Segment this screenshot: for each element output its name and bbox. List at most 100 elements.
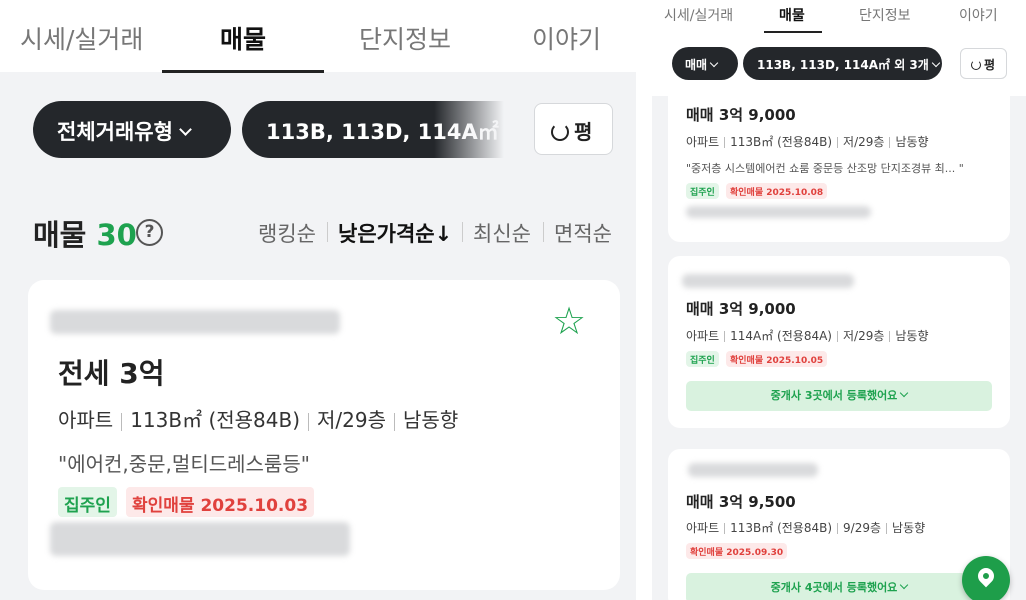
chip-fade-overlay <box>434 101 504 158</box>
pyeong-label: 평 <box>574 120 593 144</box>
property-direction: 남동향 <box>895 329 929 343</box>
pyeong-toggle-button[interactable]: 평 <box>960 48 1007 79</box>
chevron-down-icon <box>900 580 909 590</box>
property-floor: 저/29층 <box>843 135 885 149</box>
tab-complex-info[interactable]: 단지정보 <box>359 20 451 56</box>
area-filter-label: 113B, 113D, 114A㎡ 외 3개 <box>757 58 929 72</box>
tab-complex-info[interactable]: 단지정보 <box>859 5 911 25</box>
listing-description: "에어컨,중문,멀티드레스룸등" <box>58 452 310 476</box>
active-tab-indicator <box>764 31 822 33</box>
listing-specs: 아파트 113B㎡ (전용84B) 9/29층 남동향 <box>686 519 925 536</box>
tab-stories[interactable]: 이야기 <box>959 5 998 25</box>
sort-newest[interactable]: 최신순 <box>473 218 531 248</box>
separator <box>308 412 310 431</box>
confirmed-listing-badge: 확인매물 2025.10.03 <box>126 487 315 517</box>
tab-listings[interactable]: 매물 <box>220 20 266 56</box>
confirmed-listing-badge: 확인매물 2025.10.08 <box>726 183 828 199</box>
map-pin-icon <box>974 564 998 588</box>
right-screen: ☆ 매매 3억 9,000 아파트113B㎡ (전용84B)저/29층남동향 "… <box>652 0 1026 600</box>
listing-price: 매매 3억 9,000 <box>686 300 796 318</box>
listing-card[interactable]: 매매 3억 9,000 아파트 114A㎡ (전용84A) 저/29층 남동향 집주인… <box>668 256 1010 428</box>
chevron-down-icon <box>179 123 192 136</box>
tab-price-history[interactable]: 시세/실거래 <box>664 5 733 25</box>
sort-divider <box>543 222 544 242</box>
property-direction: 남동향 <box>895 135 929 149</box>
sort-ranking[interactable]: 랭킹순 <box>258 218 316 248</box>
listing-specs: 아파트 113B㎡ (전용84B) 저/29층 남동향 <box>686 133 929 150</box>
owner-badge: 집주인 <box>686 183 719 199</box>
redacted-text <box>50 310 340 334</box>
property-area: 113B㎡ (전용84B) <box>130 408 301 432</box>
pyeong-toggle-button[interactable]: 평 <box>534 103 613 155</box>
redacted-text <box>686 206 871 218</box>
trade-type-filter-chip[interactable]: 전체거래유형 <box>33 101 231 158</box>
listing-description: "중저층 시스템에어컨 쇼룸 중문등 산조망 단지조경뷰 최... " <box>686 162 964 175</box>
property-floor: 저/29층 <box>842 329 885 343</box>
property-type: 아파트 <box>686 135 720 149</box>
sort-divider <box>462 222 463 242</box>
trade-type-label: 전체거래유형 <box>57 120 173 144</box>
redacted-text <box>50 522 350 556</box>
listing-card[interactable]: ☆ 전세 3억 아파트 113B㎡ (전용84B) 저/29층 남동향 "에어컨,중문… <box>28 280 620 590</box>
redacted-text <box>688 463 818 477</box>
listing-title: 매물 <box>33 218 87 252</box>
separator <box>394 412 396 431</box>
star-outline-icon[interactable]: ☆ <box>552 302 586 340</box>
refresh-icon <box>971 60 981 70</box>
separator <box>724 331 726 342</box>
tab-bar: 시세/실거래 매물 단지정보 이야기 <box>0 0 636 73</box>
tab-price-history[interactable]: 시세/실거래 <box>20 20 143 56</box>
tab-listings[interactable]: 매물 <box>779 5 805 25</box>
listing-specs: 아파트 113B㎡ (전용84B) 저/29층 남동향 <box>58 404 458 433</box>
property-floor: 9/29층 <box>843 521 882 535</box>
chevron-down-icon <box>931 58 941 68</box>
separator <box>837 137 839 148</box>
tab-stories[interactable]: 이야기 <box>532 20 601 56</box>
confirmed-listing-badge: 확인매물 2025.10.05 <box>726 351 828 367</box>
listing-price: 매매 3억 9,000 <box>686 106 796 124</box>
property-type: 아파트 <box>58 408 114 432</box>
separator <box>889 331 891 342</box>
left-screen: 시세/실거래 매물 단지정보 이야기 전체거래유형 113B, 113D, 11… <box>0 0 636 600</box>
separator <box>889 137 891 148</box>
property-area: 114A㎡ (전용84A) <box>730 329 832 343</box>
property-direction: 남동향 <box>403 408 459 432</box>
owner-badge: 집주인 <box>58 487 117 517</box>
listing-count: 30 <box>96 218 137 252</box>
owner-badge: 집주인 <box>686 351 719 367</box>
help-icon[interactable]: ? <box>136 219 163 246</box>
refresh-icon <box>551 123 569 141</box>
property-type: 아파트 <box>686 329 720 343</box>
tab-bar: 시세/실거래 매물 단지정보 이야기 <box>652 0 1026 34</box>
agents-expand-button[interactable]: 중개사 4곳에서 등록했어요 <box>686 573 992 600</box>
sort-divider <box>327 222 328 242</box>
agents-expand-button[interactable]: 중개사 3곳에서 등록했어요 <box>686 381 992 411</box>
agents-label: 중개사 4곳에서 등록했어요 <box>770 581 898 594</box>
property-floor: 저/29층 <box>317 408 387 432</box>
agents-label: 중개사 3곳에서 등록했어요 <box>770 389 898 402</box>
separator <box>837 523 839 534</box>
redacted-text <box>682 274 854 288</box>
listing-count-heading: 매물 30 <box>33 212 137 254</box>
trade-type-filter-chip[interactable]: 매매 <box>672 47 738 80</box>
screen-divider <box>636 0 652 600</box>
chevron-down-icon <box>900 388 909 398</box>
chevron-down-icon <box>709 58 719 68</box>
property-area: 113B㎡ (전용84B) <box>730 521 833 535</box>
listing-price: 매매 3억 9,500 <box>686 493 796 511</box>
separator <box>886 523 888 534</box>
active-tab-indicator <box>162 70 324 73</box>
sort-lowest-price[interactable]: 낮은가격순↓ <box>338 218 452 248</box>
map-button[interactable] <box>962 556 1010 600</box>
trade-type-label: 매매 <box>685 58 708 72</box>
pyeong-label: 평 <box>984 58 996 72</box>
sort-area[interactable]: 면적순 <box>554 218 612 248</box>
property-type: 아파트 <box>686 521 720 535</box>
property-area: 113B㎡ (전용84B) <box>730 135 833 149</box>
area-filter-chip[interactable]: 113B, 113D, 114A㎡ 외 3개 <box>743 47 942 80</box>
area-filter-chip[interactable]: 113B, 113D, 114A㎡ 외 <box>242 101 504 158</box>
separator <box>836 331 838 342</box>
listing-card[interactable]: 매매 3억 9,500 아파트 113B㎡ (전용84B) 9/29층 남동향 확인매… <box>668 449 1010 600</box>
listing-price: 전세 3억 <box>58 357 165 390</box>
separator <box>121 412 123 431</box>
